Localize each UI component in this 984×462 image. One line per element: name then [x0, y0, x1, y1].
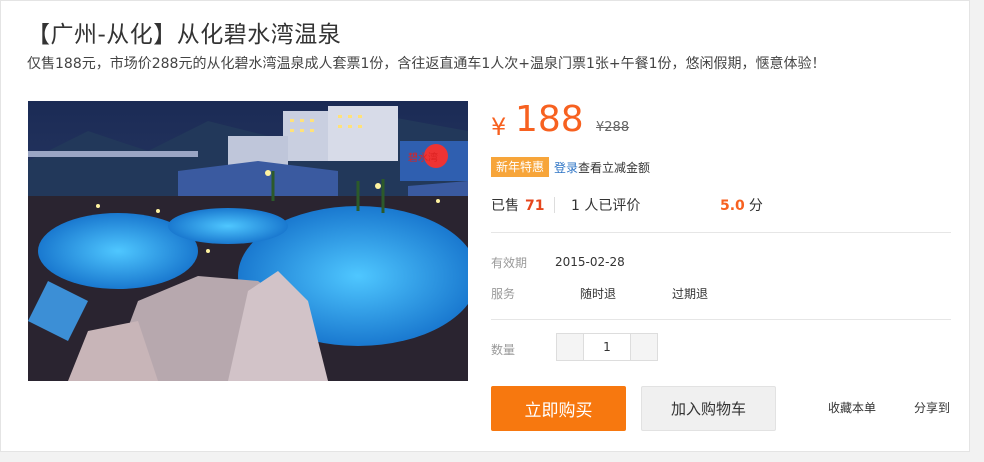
rating-score: 5.0 分: [720, 195, 763, 215]
product-subtitle: 仅售188元，市场价288元的从化碧水湾温泉成人套票1份，含往返直通车1人次+温…: [27, 56, 826, 72]
score-unit: 分: [748, 198, 763, 214]
divider: [491, 319, 951, 320]
favorite-link[interactable]: 收藏本单: [828, 399, 876, 416]
quantity-stepper: [556, 333, 658, 361]
discount-text: 查看立减金额: [578, 161, 651, 175]
service-refund-expired: 过期退: [672, 287, 709, 301]
login-discount-link[interactable]: 登录查看立减金额: [554, 159, 650, 176]
sold-number: 71: [525, 198, 545, 214]
quantity-label: 数量: [491, 343, 516, 357]
hot-spring-resort-image: 碧水湾: [28, 101, 468, 381]
quantity-increase-button[interactable]: [630, 334, 657, 360]
validity-label: 有效期: [491, 256, 528, 270]
service-label: 服务: [491, 287, 516, 301]
review-label: 人已评价: [584, 198, 641, 214]
original-price: ¥288: [596, 120, 630, 135]
validity-value: 2015-02-28: [555, 255, 625, 269]
score-value: 5.0: [720, 198, 745, 214]
buy-now-button[interactable]: 立即购买: [491, 386, 626, 431]
promo-badge: 新年特惠: [491, 157, 550, 177]
product-title: 【广州-从化】从化碧水湾温泉: [27, 22, 342, 48]
login-link[interactable]: 登录: [554, 161, 578, 175]
stats-divider: [554, 197, 555, 213]
current-price: 188: [515, 99, 584, 140]
review-number: 1: [571, 198, 580, 214]
divider: [491, 232, 951, 233]
service-refund-anytime: 随时退: [580, 287, 617, 301]
sold-count: 已售 71: [491, 195, 544, 215]
currency-symbol: ¥: [491, 113, 507, 141]
product-photo[interactable]: 碧水湾: [28, 101, 468, 381]
review-count[interactable]: 1 人已评价: [571, 195, 640, 215]
share-link[interactable]: 分享到: [914, 399, 950, 416]
quantity-input[interactable]: [584, 334, 630, 360]
resort-sign-text: 碧水湾: [408, 151, 438, 164]
add-to-cart-button[interactable]: 加入购物车: [641, 386, 776, 431]
product-card: 【广州-从化】从化碧水湾温泉 仅售188元，市场价288元的从化碧水湾温泉成人套…: [0, 0, 970, 452]
sold-label: 已售: [491, 198, 519, 214]
quantity-decrease-button[interactable]: [557, 334, 584, 360]
